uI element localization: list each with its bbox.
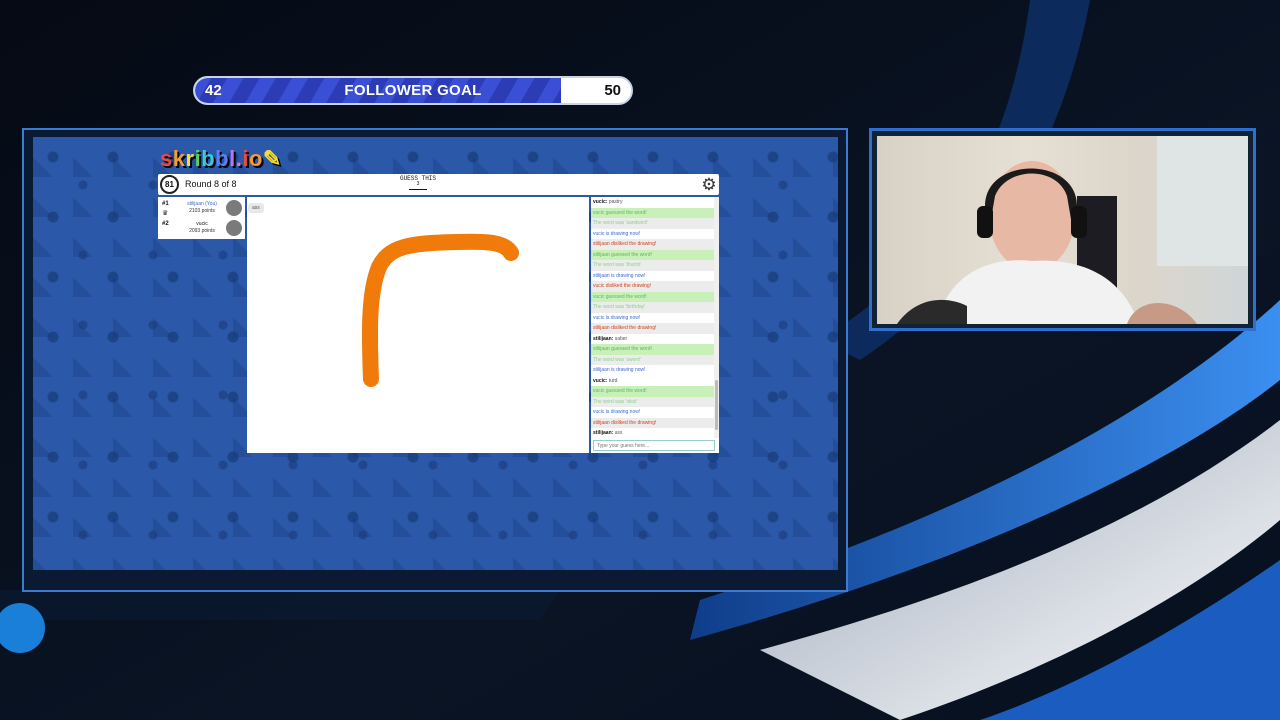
player-row: #1 ♛ stilijaan (You) 2103 points — [158, 198, 245, 218]
player-avatar — [226, 220, 242, 236]
chat-message: The word was 'birthday' — [591, 302, 719, 313]
chat-text: stilijaan disliked the drawing! — [593, 325, 657, 331]
chat-text: vucic disliked the drawing! — [593, 283, 652, 289]
chat-text: stilijaan guessed the word! — [593, 346, 652, 352]
chat-text: vucic guessed the word! — [593, 293, 647, 300]
speech-bubble: ass — [248, 203, 264, 213]
player-name: vucic — [196, 221, 208, 227]
chat-text: The word was 'sword' — [593, 356, 641, 363]
logo-letter: o — [248, 146, 263, 171]
chat-message: vucic guessed the word! — [591, 386, 719, 397]
logo-letter: i — [242, 146, 249, 171]
logo-letter: s — [160, 146, 173, 171]
player-points: 2103 points — [189, 208, 215, 214]
webcam-feed — [877, 136, 1248, 324]
chat-message: vucic is drawing now! — [591, 312, 719, 323]
player-points: 2093 points — [189, 228, 215, 234]
logo-letter: b — [215, 146, 230, 171]
word-hint-blanks — [409, 189, 427, 190]
chat-text: The word was 'thumb' — [593, 262, 642, 268]
chat-message: stilijaan is drawing now! — [591, 365, 719, 376]
skribbl-logo: skribbl.io✎ — [160, 146, 282, 172]
logo-letter: r — [185, 146, 195, 171]
logo-letter: b — [201, 146, 216, 171]
crown-icon: ♛ — [162, 210, 169, 217]
chat-log: vucic: pastry vucic guessed the word! The … — [591, 197, 719, 453]
chat-text: vucic is drawing now! — [593, 409, 641, 415]
chat-scrollbar-thumb[interactable] — [715, 380, 718, 430]
chat-message: vucic disliked the drawing! — [591, 281, 719, 292]
chat-message: stilijaan disliked the drawing! — [591, 239, 719, 250]
drawing-stroke — [361, 233, 519, 387]
chat-text: stilijaan is drawing now! — [593, 367, 646, 373]
logo-letter: l — [229, 146, 236, 171]
chat-text: stilijaan is drawing now! — [593, 272, 646, 279]
chat-text: stilijaan disliked the drawing! — [593, 419, 657, 426]
logo-letter: k — [172, 146, 186, 171]
chat-author: vucic: — [593, 199, 609, 205]
chat-message: The word was 'sandwich' — [591, 218, 719, 229]
follower-goal-bar: 42 FOLLOWER GOAL 50 — [193, 76, 633, 105]
chat-text: vucic guessed the word! — [593, 209, 647, 216]
chat-message: stilijaan is drawing now! — [591, 270, 719, 281]
chat-text: turd — [608, 377, 618, 384]
chat-message: vucic: pastry — [591, 197, 719, 208]
chat-message: stilijaan disliked the drawing! — [591, 323, 719, 334]
chat-text: vucic guessed the word! — [593, 388, 647, 394]
chat-text: stilijaan disliked the drawing! — [593, 241, 657, 247]
chat-message: vucic is drawing now! — [591, 407, 719, 418]
gear-icon[interactable]: ⚙ — [700, 176, 718, 194]
chat-message: vucic guessed the word! — [591, 207, 719, 218]
pencil-icon: ✎ — [262, 146, 282, 171]
player-avatar — [226, 200, 242, 216]
chat-message: stilijaan disliked the drawing! — [591, 417, 719, 428]
chat-message: stilijaan: saber — [591, 333, 719, 344]
chat-message: The word was 'sword' — [591, 354, 719, 365]
chat-text: pastry — [608, 199, 623, 205]
player-list: #1 ♛ stilijaan (You) 2103 points #2 vuci… — [158, 197, 245, 239]
player-rank: #2 — [162, 221, 169, 227]
player-name: stilijaan (You) — [187, 201, 217, 207]
chat-text: vucic is drawing now! — [593, 230, 641, 237]
follower-goal-target: 50 — [604, 82, 621, 99]
chat-author: vucic: — [593, 377, 609, 384]
chat-message: The word was 'stick' — [591, 396, 719, 407]
chat-message: vucic is drawing now! — [591, 228, 719, 239]
word-length: 3 — [416, 181, 420, 187]
chat-message: stilijaan guessed the word! — [591, 249, 719, 260]
chat-author: stilijaan: — [593, 335, 615, 342]
follower-goal-title: FOLLOWER GOAL — [344, 82, 482, 99]
round-indicator: Round 8 of 8 — [185, 179, 237, 189]
player-rank: #1 — [162, 201, 169, 207]
chat-text: The word was 'sandwich' — [593, 220, 649, 226]
chat-text: ass — [614, 430, 623, 436]
drawing-canvas[interactable] — [247, 197, 589, 453]
timer-clock-icon: 81 — [160, 175, 179, 194]
chat-message: stilijaan guessed the word! — [591, 344, 719, 355]
chat-text: The word was 'birthday' — [593, 304, 646, 310]
chat-message: vucic guessed the word! — [591, 291, 719, 302]
guess-input[interactable] — [593, 440, 715, 451]
player-row: #2 vucic 2093 points — [158, 218, 245, 238]
chat-text: vucic is drawing now! — [593, 314, 641, 321]
chat-text: stilijaan guessed the word! — [593, 251, 652, 258]
chat-author: stilijaan: — [593, 430, 615, 436]
chat-message: The word was 'thumb' — [591, 260, 719, 271]
chat-text: The word was 'stick' — [593, 398, 638, 405]
chat-message: vucic: turd — [591, 375, 719, 386]
chat-message: stilijaan: ass — [591, 428, 719, 439]
chat-text: saber — [614, 335, 628, 342]
